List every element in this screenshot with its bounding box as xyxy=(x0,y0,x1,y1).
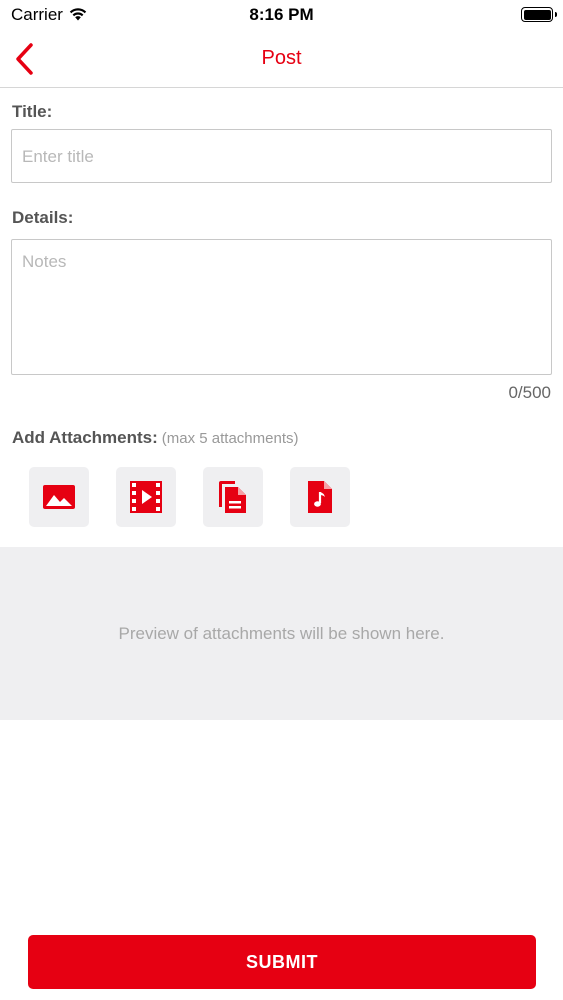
details-textarea[interactable] xyxy=(11,239,552,375)
attachments-hint: (max 5 attachments) xyxy=(161,430,299,447)
submit-button[interactable]: SUBMIT xyxy=(28,935,536,989)
add-audio-button[interactable] xyxy=(290,467,350,527)
image-icon xyxy=(43,485,75,509)
battery-icon xyxy=(521,7,557,22)
character-counter: 0/500 xyxy=(508,383,551,402)
preview-placeholder: Preview of attachments will be shown her… xyxy=(118,623,445,643)
page-title: Post xyxy=(261,47,302,69)
details-label: Details: xyxy=(12,208,74,227)
video-icon xyxy=(130,481,162,513)
document-icon xyxy=(219,481,246,513)
attachments-label: Add Attachments: (max 5 attachments) xyxy=(12,428,298,448)
title-label: Title: xyxy=(12,102,53,121)
audio-file-icon xyxy=(308,481,332,513)
status-bar: Carrier 8:16 PM xyxy=(0,0,563,30)
nav-bar: Post xyxy=(0,30,563,88)
add-video-button[interactable] xyxy=(116,467,176,527)
add-document-button[interactable] xyxy=(203,467,263,527)
attachments-preview: Preview of attachments will be shown her… xyxy=(0,547,563,720)
add-image-button[interactable] xyxy=(29,467,89,527)
clock: 8:16 PM xyxy=(249,5,314,24)
attachments-title: Add Attachments: xyxy=(12,428,158,447)
title-input[interactable] xyxy=(11,129,552,183)
